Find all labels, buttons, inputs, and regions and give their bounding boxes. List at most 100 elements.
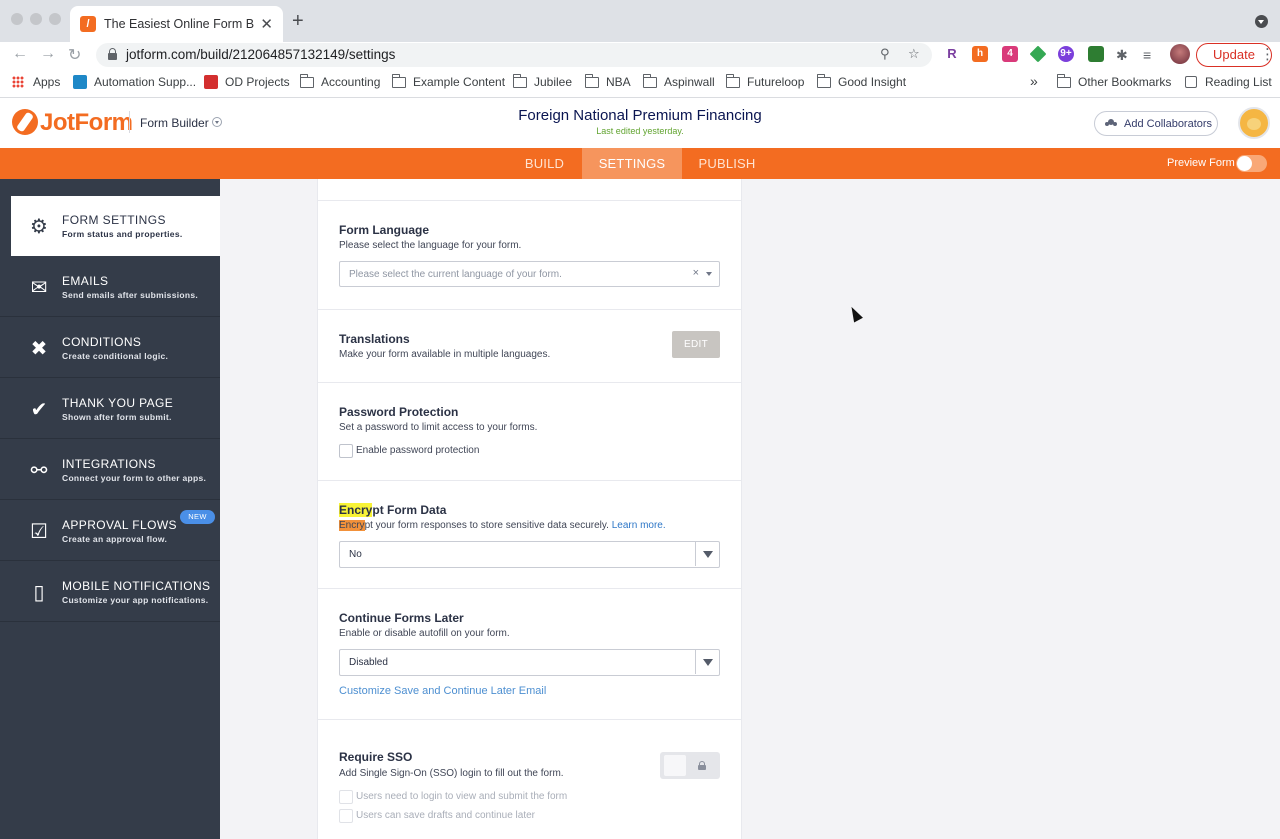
browser-tab-strip: / The Easiest Online Form Builder ✕ + [0, 0, 1280, 42]
password-protection-section: Password Protection Set a password to li… [318, 382, 741, 480]
sidebar-item-title: EMAILS [62, 274, 109, 288]
reading-list-button[interactable]: Reading List [1185, 75, 1272, 89]
encrypt-desc-rest: pt your form responses to store sensitiv… [364, 520, 612, 531]
encrypt-title: Encrypt Form Data [339, 503, 446, 517]
tab-search-icon[interactable] [1255, 15, 1268, 28]
tab-build[interactable]: BUILD [507, 148, 582, 179]
chevron-down-icon[interactable] [695, 650, 719, 674]
puzzle-extensions-icon[interactable]: ✱ [1116, 47, 1128, 64]
preview-form-toggle[interactable] [1236, 155, 1267, 172]
bookmark-jubilee[interactable]: Jubilee [513, 73, 572, 89]
user-avatar[interactable] [1238, 107, 1270, 139]
customize-save-continue-email-link[interactable]: Customize Save and Continue Later Email [339, 685, 546, 697]
google-drive-icon[interactable] [1029, 45, 1047, 63]
form-language-desc: Please select the language for your form… [339, 240, 522, 251]
sidebar-item-form-settings[interactable]: ⚙ FORM SETTINGS Form status and properti… [11, 196, 220, 256]
tab-close-icon[interactable]: ✕ [260, 15, 273, 33]
extension-honey-icon[interactable]: h [972, 46, 988, 62]
folder-icon [643, 73, 657, 88]
enable-password-label[interactable]: Enable password protection [356, 445, 479, 456]
back-arrow-icon[interactable]: ← [12, 45, 28, 63]
media-queue-icon[interactable]: ≡ [1143, 47, 1151, 63]
bookmark-example-content[interactable]: Example Content [392, 73, 505, 89]
folder-icon [817, 73, 831, 88]
reload-icon[interactable]: ↻ [68, 45, 81, 65]
bookmark-futureloop[interactable]: Futureloop [726, 73, 804, 89]
settings-sidebar: ⚙ FORM SETTINGS Form status and properti… [0, 179, 220, 839]
password-protection-desc: Set a password to limit access to your f… [339, 422, 538, 433]
bookmark-accounting[interactable]: Accounting [300, 73, 380, 89]
extension-pen-icon[interactable] [1088, 46, 1104, 62]
encrypt-select[interactable]: No [339, 541, 720, 568]
bookmark-aspinwall[interactable]: Aspinwall [643, 73, 715, 89]
sidebar-item-mobile-notifications[interactable]: ▯ MOBILE NOTIFICATIONS Customize your ap… [0, 562, 220, 622]
learn-more-link[interactable]: Learn more. [612, 520, 666, 531]
window-close-button[interactable] [11, 13, 23, 25]
bookmark-other-bookmarks[interactable]: Other Bookmarks [1057, 73, 1171, 89]
tab-settings[interactable]: SETTINGS [582, 148, 682, 179]
sidebar-item-emails[interactable]: ✉ EMAILS Send emails after submissions. [0, 257, 220, 317]
continue-later-select[interactable]: Disabled [339, 649, 720, 676]
sidebar-item-conditions[interactable]: ✖ CONDITIONS Create conditional logic. [0, 318, 220, 378]
url-text[interactable]: jotform.com/build/212064857132149/settin… [126, 47, 395, 62]
approval-icon: ☑ [30, 521, 48, 543]
reading-list-icon [1185, 76, 1197, 88]
form-title[interactable]: Foreign National Premium Financing [0, 107, 1280, 124]
bookmark-automation-support[interactable]: Automation Supp... [73, 75, 196, 89]
encrypt-title-rest: pt Form Data [372, 503, 447, 517]
preview-form-label: Preview Form [1167, 157, 1235, 169]
bookmark-star-icon[interactable]: ☆ [908, 46, 920, 62]
require-sso-toggle[interactable] [660, 752, 720, 779]
new-tab-button[interactable]: + [292, 10, 304, 33]
sso-login-required-label: Users need to login to view and submit t… [356, 791, 568, 802]
enable-password-checkbox[interactable] [339, 444, 353, 458]
window-zoom-button[interactable] [49, 13, 61, 25]
sidebar-item-integrations[interactable]: ⚯ INTEGRATIONS Connect your form to othe… [0, 440, 220, 500]
sso-login-required-checkbox[interactable] [339, 790, 353, 804]
form-language-placeholder: Please select the current language of yo… [349, 269, 562, 280]
bookmark-od-projects[interactable]: OD Projects [204, 75, 290, 89]
translations-edit-button[interactable]: EDIT [672, 331, 720, 358]
bookmark-nba[interactable]: NBA [585, 73, 631, 89]
sso-save-drafts-checkbox[interactable] [339, 809, 353, 823]
sidebar-item-subtitle: Create conditional logic. [62, 351, 169, 361]
mouse-pointer-icon [847, 304, 863, 323]
browser-menu-icon[interactable]: ⋮ [1260, 45, 1275, 63]
require-sso-section: Require SSO Add Single Sign-On (SSO) log… [318, 719, 741, 839]
extension-notifications-icon[interactable]: 9+ [1058, 46, 1074, 62]
toggle-knob [664, 755, 686, 776]
translations-section: Translations Make your form available in… [318, 309, 741, 382]
envelope-icon: ✉ [30, 277, 48, 299]
folder-icon [392, 73, 406, 88]
zoom-icon[interactable]: ⚲ [880, 46, 890, 62]
sidebar-item-approval-flows[interactable]: ☑ APPROVAL FLOWS Create an approval flow… [0, 501, 220, 561]
window-minimize-button[interactable] [30, 13, 42, 25]
extension-r-icon[interactable]: R [944, 46, 960, 62]
chevron-down-icon[interactable] [706, 272, 712, 276]
mobile-notification-icon: ▯ [33, 582, 45, 604]
sidebar-item-thank-you-page[interactable]: ✔ THANK YOU PAGE Shown after form submit… [0, 379, 220, 439]
sidebar-item-title: CONDITIONS [62, 335, 142, 349]
chevron-down-icon[interactable] [695, 542, 719, 566]
folder-icon [513, 73, 527, 88]
encrypt-desc: Encrypt your form responses to store sen… [339, 520, 666, 531]
browser-profile-avatar[interactable] [1170, 44, 1190, 64]
bookmark-good-insight[interactable]: Good Insight [817, 73, 906, 89]
add-collaborators-button[interactable]: Add Collaborators [1094, 111, 1218, 136]
sidebar-item-subtitle: Shown after form submit. [62, 412, 172, 422]
address-bar[interactable]: jotform.com/build/212064857132149/settin… [96, 43, 932, 67]
folder-icon [585, 73, 599, 88]
tab-publish[interactable]: PUBLISH [682, 148, 772, 179]
forward-arrow-icon[interactable]: → [40, 45, 56, 63]
clear-selection-icon[interactable]: × [693, 267, 699, 279]
folder-icon [300, 73, 314, 88]
sso-save-drafts-label: Users can save drafts and continue later [356, 810, 535, 821]
form-language-title: Form Language [339, 223, 430, 237]
bookmarks-overflow-icon[interactable]: » [1030, 73, 1038, 89]
browser-tab-active[interactable]: / The Easiest Online Form Builder ✕ [70, 6, 283, 42]
extension-4-icon[interactable]: 4 [1002, 46, 1018, 62]
builder-nav-bar: BUILD SETTINGS PUBLISH Preview Form [0, 148, 1280, 179]
form-language-select[interactable]: Please select the current language of yo… [339, 261, 720, 287]
bookmark-apps[interactable]: Apps [12, 75, 60, 89]
sidebar-item-title: FORM SETTINGS [62, 213, 166, 227]
